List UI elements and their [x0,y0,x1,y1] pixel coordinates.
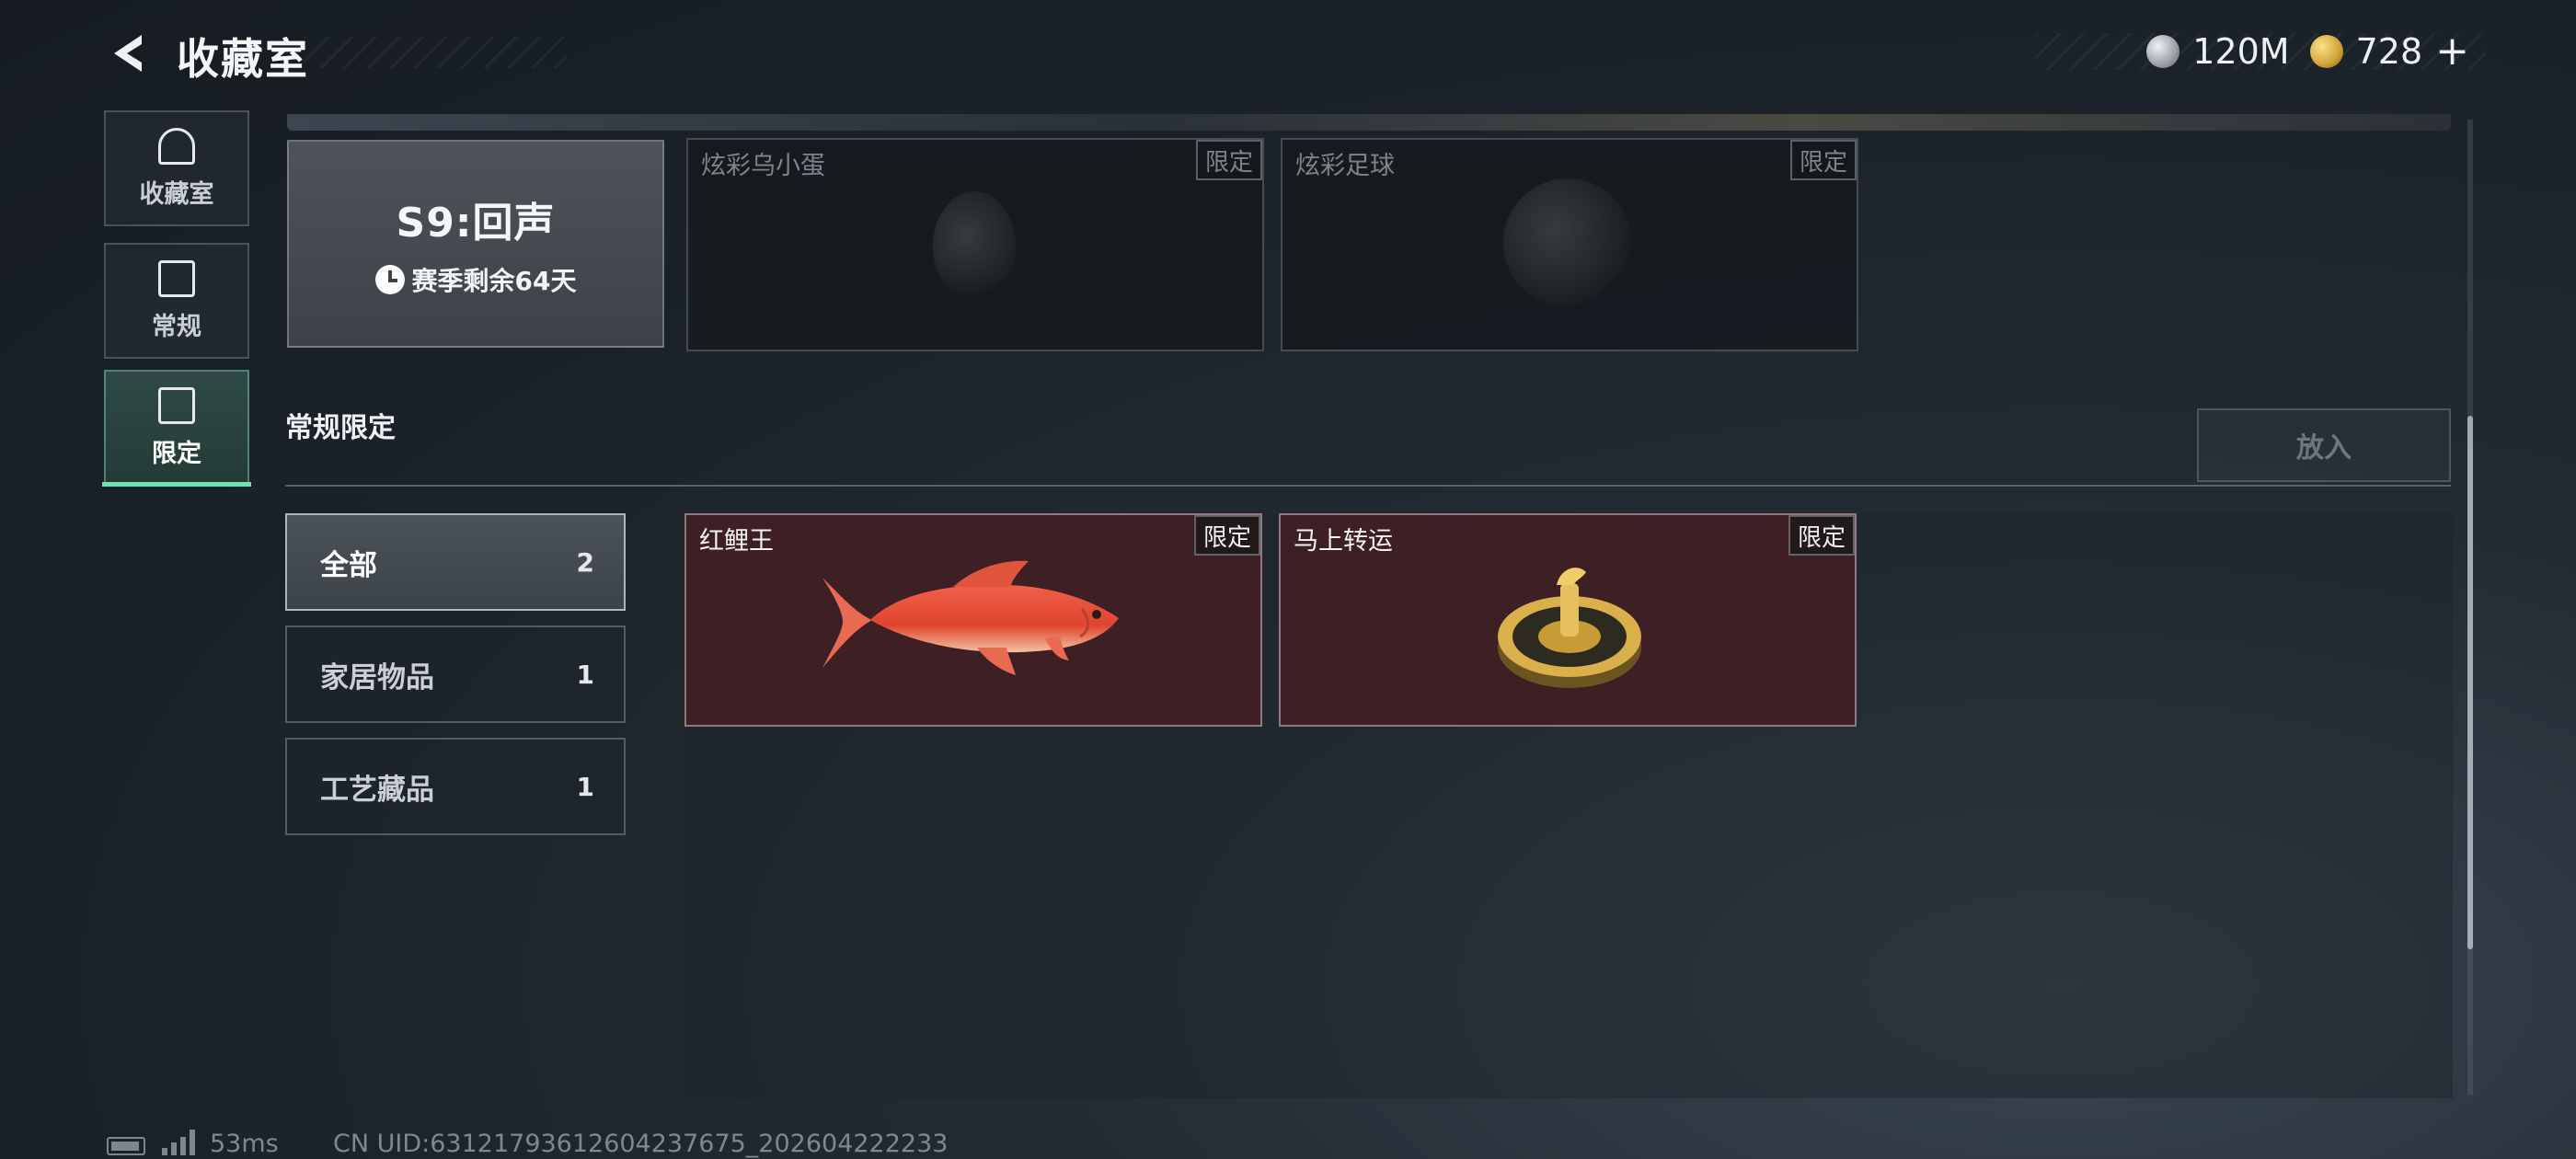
battery-icon [107,1137,145,1155]
red-carp-image [822,560,1119,675]
season-card[interactable]: S9:回声 赛季剩余64天 [287,140,664,348]
season-item-card[interactable]: 炫彩足球 限定 [1281,138,1858,351]
limited-icon [158,386,195,424]
clock-icon [374,265,405,294]
filter-label: 工艺藏品 [320,773,434,807]
ping-text: 53ms [210,1130,279,1158]
item-name: 炫彩足球 [1295,152,1395,180]
regular-icon [158,259,195,297]
season-name: S9:回声 [396,200,556,247]
page-title: 收藏室 [177,34,309,84]
limited-tag: 限定 [1788,515,1855,556]
filter-count: 1 [576,659,594,690]
locked-football-silhouette-icon [1503,178,1632,307]
item-name: 炫彩乌小蛋 [701,152,825,180]
signal-icon [162,1128,199,1155]
banner-strip [287,114,2451,131]
active-tab-indicator [102,482,251,487]
locked-egg-silhouette-icon [933,191,1016,302]
uid-text: CN UID:6312179361260423767​5_20260422223… [333,1130,949,1158]
section-divider [285,485,2451,487]
put-in-button[interactable]: 放入 [2197,408,2451,482]
collection-item-card[interactable]: 马上转运 限定 [1279,513,1857,727]
sidebar-item-label: 限定 [152,439,201,468]
silver-coin-icon [2146,35,2180,68]
title-decoration [304,37,566,68]
sidebar-item-label: 常规 [152,312,201,341]
item-name: 马上转运 [1294,527,1393,556]
limited-tag: 限定 [1196,140,1262,180]
gold-currency-value: 728 [2355,31,2423,72]
gold-coin-icon [2309,35,2343,68]
add-currency-button[interactable]: + [2435,31,2469,72]
collection-item-card[interactable]: 红鲤王 限定 [684,513,1262,727]
sidebar-item-collection-room[interactable]: 收藏室 [104,110,249,226]
sidebar-item-limited[interactable]: 限定 [104,370,249,486]
filter-count: 1 [576,771,594,802]
back-button[interactable] [103,28,155,79]
currency-bar: 120M 728 + [2035,31,2486,72]
sidebar-item-regular[interactable]: 常规 [104,243,249,359]
filter-label: 家居物品 [320,660,434,694]
scrollbar-thumb[interactable] [2467,416,2473,949]
filter-all[interactable]: 全部 2 [285,513,626,611]
season-remaining-row: 赛季剩余64天 [374,261,577,298]
filter-home-items[interactable]: 家居物品 1 [285,625,626,723]
filter-craft-collectibles[interactable]: 工艺藏品 1 [285,738,626,835]
season-remaining-text: 赛季剩余64天 [411,266,577,296]
back-arrow-icon [114,35,142,72]
collection-room-icon [158,127,195,165]
filter-label: 全部 [320,548,377,582]
silver-currency-value: 120M [2192,31,2290,72]
limited-tag: 限定 [1790,140,1857,180]
filter-count: 2 [576,546,594,578]
golden-compass-image [1498,568,1641,688]
limited-tag: 限定 [1194,515,1260,556]
item-name: 红鲤王 [699,527,774,556]
sidebar-item-label: 收藏室 [139,179,214,209]
season-item-card[interactable]: 炫彩乌小蛋 限定 [686,138,1264,351]
section-title: 常规限定 [285,412,396,444]
